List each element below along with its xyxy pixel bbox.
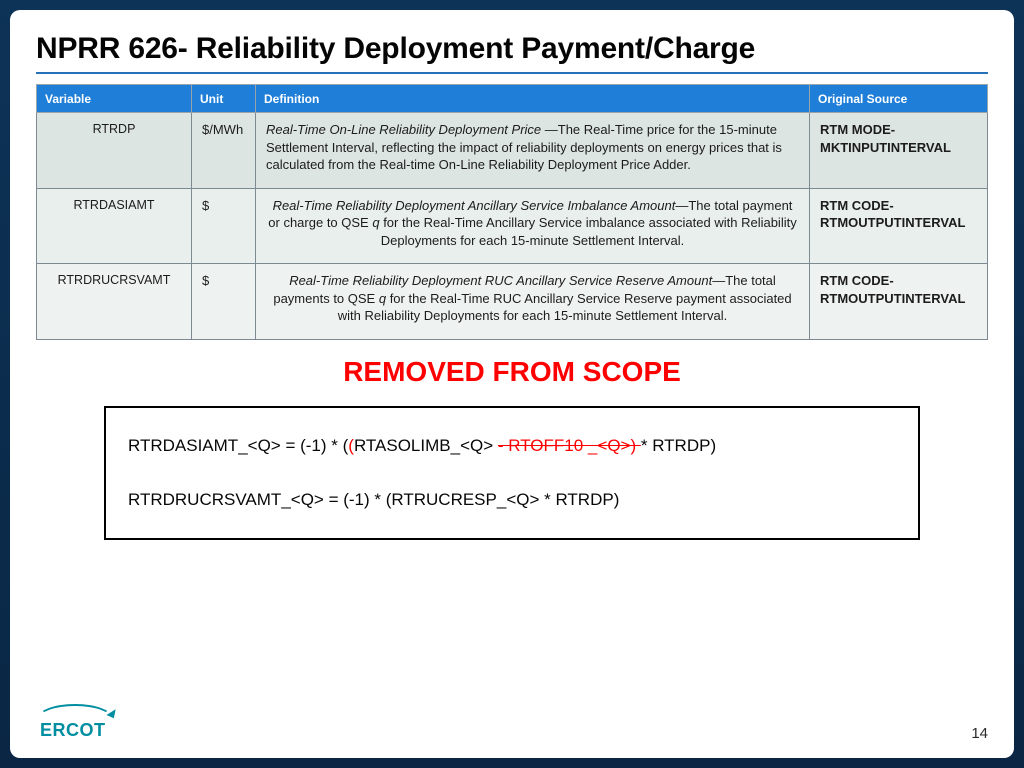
- cell-unit: $: [192, 264, 256, 340]
- def-lead: Real-Time Reliability Deployment Ancilla…: [273, 198, 676, 213]
- def-body-b: for the Real-Time Ancillary Service imba…: [380, 215, 797, 248]
- table-row: RTRDP $/MWh Real-Time On-Line Reliabilit…: [37, 113, 988, 189]
- variables-table: Variable Unit Definition Original Source…: [36, 84, 988, 340]
- cell-definition: Real-Time Reliability Deployment RUC Anc…: [256, 264, 810, 340]
- cell-variable: RTRDASIAMT: [37, 188, 192, 264]
- cell-source: RTM CODE-RTMOUTPUTINTERVAL: [810, 264, 988, 340]
- slide: NPRR 626- Reliability Deployment Payment…: [10, 10, 1014, 758]
- cell-definition: Real-Time Reliability Deployment Ancilla…: [256, 188, 810, 264]
- def-sep: —: [675, 198, 688, 213]
- ercot-logo: ERCOT: [36, 702, 132, 742]
- def-sep: —: [712, 273, 725, 288]
- cell-unit: $: [192, 188, 256, 264]
- cell-variable: RTRDP: [37, 113, 192, 189]
- col-unit: Unit: [192, 85, 256, 113]
- f1-c: RTASOLIMB_<Q>: [354, 436, 498, 455]
- footer: ERCOT 14: [36, 702, 988, 742]
- def-lead: Real-Time On-Line Reliability Deployment…: [266, 122, 545, 137]
- table-header-row: Variable Unit Definition Original Source: [37, 85, 988, 113]
- page-number: 14: [971, 725, 988, 742]
- removed-from-scope-label: REMOVED FROM SCOPE: [36, 356, 988, 388]
- table-row: RTRDASIAMT $ Real-Time Reliability Deplo…: [37, 188, 988, 264]
- col-source: Original Source: [810, 85, 988, 113]
- f1-e: * RTRDP): [641, 436, 716, 455]
- cell-definition: Real-Time On-Line Reliability Deployment…: [256, 113, 810, 189]
- cell-variable: RTRDRUCRSVAMT: [37, 264, 192, 340]
- col-variable: Variable: [37, 85, 192, 113]
- title-rule: [36, 72, 988, 74]
- def-sep: —: [545, 122, 558, 137]
- f1-a: RTRDASIAMT_<Q> = (-1) * (: [128, 436, 348, 455]
- cell-unit: $/MWh: [192, 113, 256, 189]
- logo-text: ERCOT: [40, 720, 106, 741]
- def-body-b: for the Real-Time RUC Ancillary Service …: [338, 291, 792, 324]
- col-definition: Definition: [256, 85, 810, 113]
- formula-line-1: RTRDASIAMT_<Q> = (-1) * ((RTASOLIMB_<Q> …: [128, 436, 896, 456]
- cell-source: RTM CODE-RTMOUTPUTINTERVAL: [810, 188, 988, 264]
- formula-box: RTRDASIAMT_<Q> = (-1) * ((RTASOLIMB_<Q> …: [104, 406, 920, 540]
- table-row: RTRDRUCRSVAMT $ Real-Time Reliability De…: [37, 264, 988, 340]
- def-body-q: q: [379, 291, 386, 306]
- def-body-q: q: [372, 215, 379, 230]
- cell-source: RTM MODE-MKTINPUTINTERVAL: [810, 113, 988, 189]
- formula-line-2: RTRDRUCRSVAMT_<Q> = (-1) * (RTRUCRESP_<Q…: [128, 490, 896, 510]
- def-lead: Real-Time Reliability Deployment RUC Anc…: [289, 273, 712, 288]
- f1-strike: - RTOFF10 _<Q>): [498, 436, 641, 455]
- page-title: NPRR 626- Reliability Deployment Payment…: [36, 32, 988, 66]
